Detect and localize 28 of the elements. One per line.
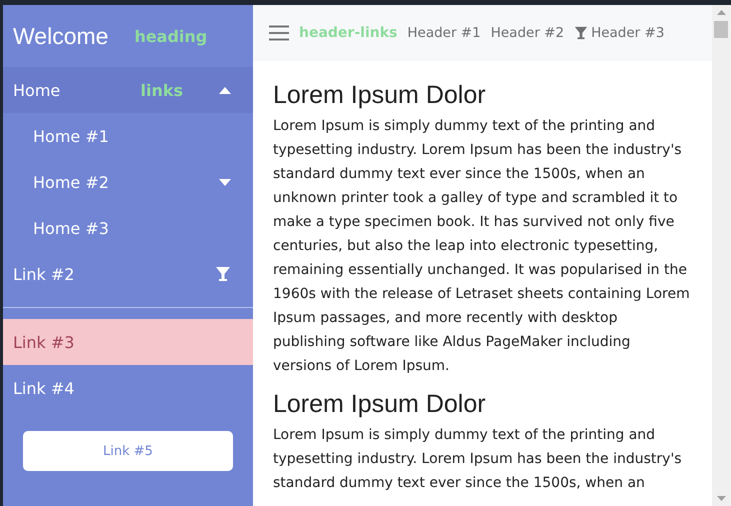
header-link[interactable]: Header #3 — [574, 25, 664, 41]
link-button[interactable]: Link #5 — [23, 431, 233, 471]
scrollbar[interactable] — [712, 5, 731, 506]
section-heading: Lorem Ipsum Dolor — [273, 390, 487, 419]
body-paragraph: Lorem Ipsum is simply dummy text of the printing and typesetting industry. Lorem Ipsum has been the industry's standard dummy text ever since the 1500s, when an unknown printer took a galley of type and scrambled it to make a type specimen book. It has survived not only five centuries, but also the leap into electronic typesetting, remaining essentially unchanged. It was popularised in the 1960s with the release of Letraset sheets containing Lorem Ipsum passages, and more recently with desktop publishing software like Aldus PageMaker including versions of Lorem Ipsum. — [273, 117, 691, 376]
links-tag: links — [140, 80, 183, 100]
header-links-tag: header-links — [299, 25, 398, 41]
filter-icon — [574, 26, 588, 40]
scroll-up-icon[interactable] — [717, 10, 726, 15]
caret-up-icon — [219, 86, 231, 94]
sidebar-item[interactable]: Link #2 — [3, 251, 253, 297]
sidebar-item[interactable]: Home links — [3, 67, 253, 113]
header-link[interactable]: Header #2 — [490, 25, 564, 41]
sidebar-item[interactable]: Link #3 — [3, 319, 253, 365]
sidebar-item[interactable]: Link #4 — [3, 365, 253, 411]
section-heading: Lorem Ipsum Dolor — [273, 81, 487, 110]
scroll-thumb[interactable] — [714, 21, 728, 38]
filter-icon — [215, 266, 231, 282]
caret-down-icon — [219, 178, 231, 186]
heading-tag: heading — [134, 26, 208, 46]
menu-icon[interactable] — [269, 25, 289, 41]
sidebar-item[interactable]: Home #2 — [3, 159, 253, 205]
sidebar-item[interactable]: Home #3 — [3, 205, 253, 251]
sidebar-title: Welcome — [13, 22, 108, 50]
header-link[interactable]: Header #1 — [407, 25, 481, 41]
sidebar-item[interactable]: Home #1 — [3, 113, 253, 159]
scroll-down-icon[interactable] — [717, 496, 726, 501]
body-paragraph: Lorem Ipsum is simply dummy text of the printing and typesetting industry. Lorem Ipsum has been the industry's standard dummy text ever since the 1500s, when an — [273, 426, 683, 493]
